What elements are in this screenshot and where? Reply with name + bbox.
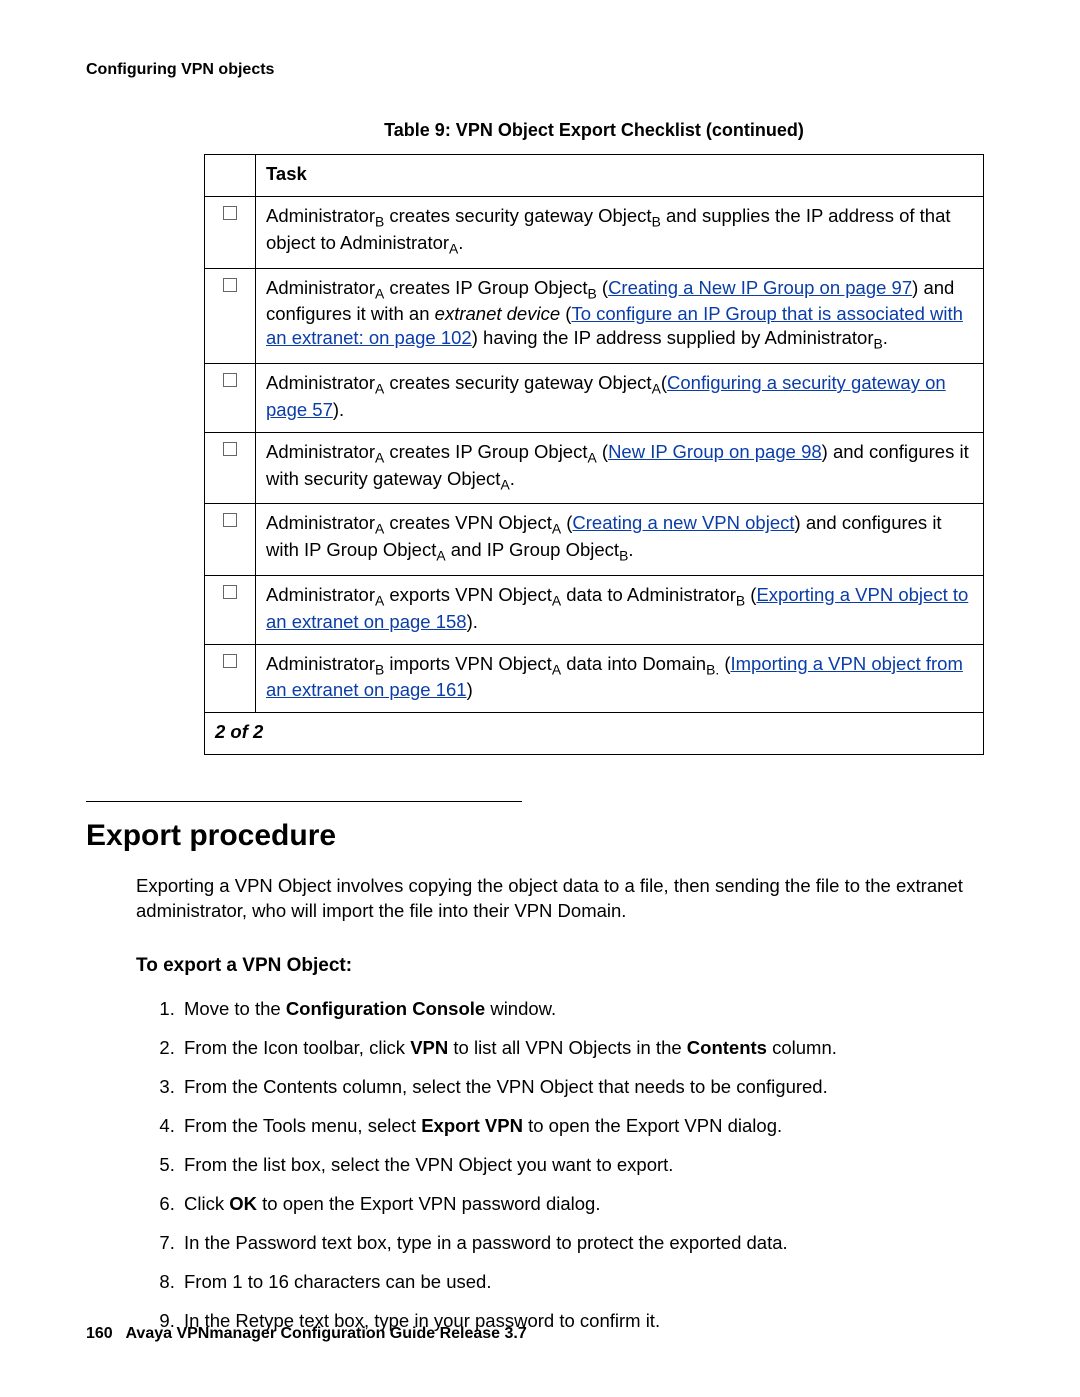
list-item: Click OK to open the Export VPN password…	[180, 1192, 994, 1216]
checkbox-icon	[223, 278, 237, 292]
checkbox-icon	[223, 442, 237, 456]
page-footer: 160 Avaya VPNmanager Configuration Guide…	[86, 1324, 527, 1345]
list-item: From the Icon toolbar, click VPN to list…	[180, 1036, 994, 1060]
table-caption: Table 9: VPN Object Export Checklist (co…	[204, 119, 984, 142]
table-row: AdministratorA creates IP Group ObjectB …	[205, 268, 984, 363]
list-item: From the Tools menu, select Export VPN t…	[180, 1114, 994, 1138]
checkbox-cell	[205, 268, 256, 363]
list-item: In the Password text box, type in a pass…	[180, 1231, 994, 1255]
checkbox-icon	[223, 585, 237, 599]
footer-title: Avaya VPNmanager Configuration Guide Rel…	[125, 1325, 526, 1342]
page-header: Configuring VPN objects	[86, 60, 994, 81]
subheading: To export a VPN Object:	[136, 954, 994, 979]
task-cell: AdministratorB imports VPN ObjectA data …	[256, 644, 984, 713]
checkbox-cell	[205, 575, 256, 644]
task-cell: AdministratorA creates IP Group ObjectA …	[256, 432, 984, 503]
list-item: From the list box, select the VPN Object…	[180, 1153, 994, 1177]
task-cell: AdministratorA creates IP Group ObjectB …	[256, 268, 984, 363]
cross-ref-link[interactable]: Creating a new VPN object	[572, 512, 794, 533]
checkbox-cell	[205, 197, 256, 268]
table-row: AdministratorB creates security gateway …	[205, 197, 984, 268]
list-item: From 1 to 16 characters can be used.	[180, 1270, 994, 1294]
checkbox-icon	[223, 513, 237, 527]
section-rule	[86, 801, 522, 802]
table-row: AdministratorA creates VPN ObjectA (Crea…	[205, 504, 984, 575]
check-header	[205, 155, 256, 197]
table-row: AdministratorA exports VPN ObjectA data …	[205, 575, 984, 644]
checkbox-cell	[205, 432, 256, 503]
cross-ref-link[interactable]: Exporting a VPN object to an extranet on…	[266, 584, 968, 632]
steps-list: Move to the Configuration Console window…	[136, 997, 994, 1333]
table-row: AdministratorA creates IP Group ObjectA …	[205, 432, 984, 503]
task-cell: AdministratorB creates security gateway …	[256, 197, 984, 268]
checkbox-cell	[205, 364, 256, 433]
cross-ref-link[interactable]: To configure an IP Group that is associa…	[266, 303, 963, 348]
cross-ref-link[interactable]: New IP Group on page 98	[608, 441, 822, 462]
task-cell: AdministratorA creates security gateway …	[256, 364, 984, 433]
checkbox-cell	[205, 504, 256, 575]
cross-ref-link[interactable]: Creating a New IP Group on page 97	[608, 277, 912, 298]
table-row: AdministratorB imports VPN ObjectA data …	[205, 644, 984, 713]
task-cell: AdministratorA creates VPN ObjectA (Crea…	[256, 504, 984, 575]
checkbox-icon	[223, 206, 237, 220]
table-row: AdministratorA creates security gateway …	[205, 364, 984, 433]
checkbox-icon	[223, 654, 237, 668]
task-cell: AdministratorA exports VPN ObjectA data …	[256, 575, 984, 644]
cross-ref-link[interactable]: Importing a VPN object from an extranet …	[266, 653, 963, 701]
checkbox-icon	[223, 373, 237, 387]
page-number: 160	[86, 1325, 113, 1342]
section-intro: Exporting a VPN Object involves copying …	[136, 874, 994, 924]
list-item: From the Contents column, select the VPN…	[180, 1075, 994, 1099]
list-item: Move to the Configuration Console window…	[180, 997, 994, 1021]
task-header: Task	[256, 155, 984, 197]
cross-ref-link[interactable]: Configuring a security gateway on page 5…	[266, 372, 946, 420]
checkbox-cell	[205, 644, 256, 713]
section-title: Export procedure	[86, 816, 994, 855]
checklist-table: Task AdministratorB creates security gat…	[204, 154, 984, 755]
table-pager: 2 of 2	[205, 713, 984, 755]
